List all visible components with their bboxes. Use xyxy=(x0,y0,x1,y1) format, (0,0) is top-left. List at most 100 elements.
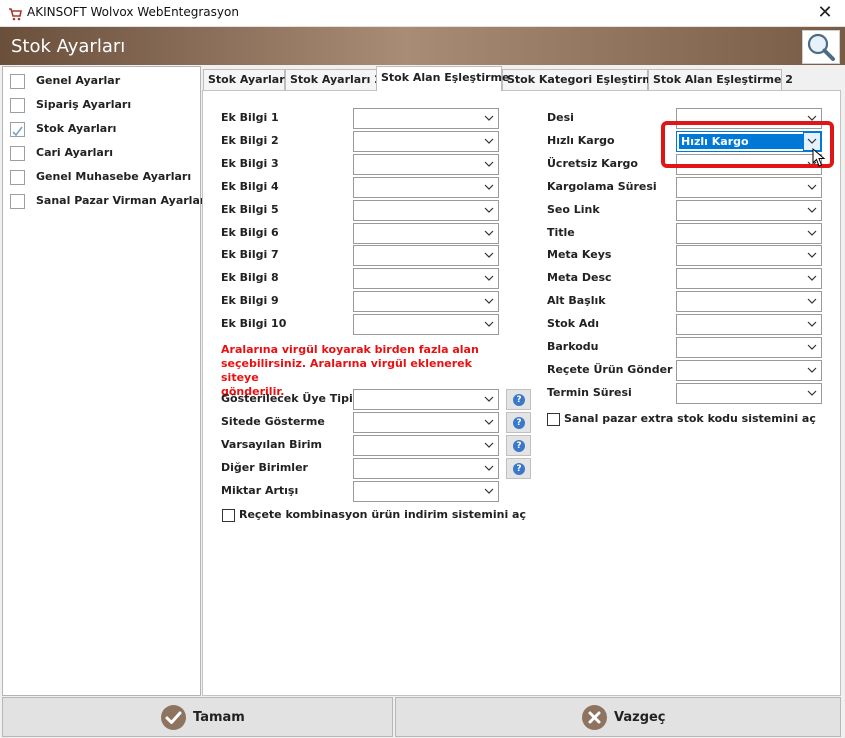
window-titlebar: AKINSOFT Wolvox WebEntegrasyon ✕ xyxy=(0,0,845,27)
tab-stok-ayarlari-2[interactable]: Stok Ayarları 2 xyxy=(285,69,382,90)
meta-desc-label: Meta Desc xyxy=(547,271,612,284)
tab-stok-kategori-eslestirme[interactable]: Stok Kategori Eşleştirme xyxy=(502,69,661,90)
ek-bilgi-1-select[interactable] xyxy=(353,108,499,129)
chevron-down-icon xyxy=(484,298,494,304)
gosterilecek-uye-tipi-select[interactable] xyxy=(353,389,499,410)
question-icon: ? xyxy=(513,463,525,475)
ok-button[interactable]: Tamam xyxy=(2,697,393,737)
ek-bilgi-10-select[interactable] xyxy=(353,314,499,335)
ucretsiz-kargo-label: Ücretsiz Kargo xyxy=(547,157,638,170)
chevron-down-icon xyxy=(484,419,494,425)
ek-bilgi-6-select[interactable] xyxy=(353,223,499,244)
stok-adi-label: Stok Adı xyxy=(547,317,600,330)
tab-stok-alan-eslestirme-2[interactable]: Stok Alan Eşleştirme 2 xyxy=(648,69,793,90)
meta-desc-select[interactable] xyxy=(676,268,822,289)
kargolama-suresi-select[interactable] xyxy=(676,177,822,198)
stok-adi-select[interactable] xyxy=(676,314,822,335)
ek-bilgi-5-label: Ek Bilgi 5 xyxy=(221,203,279,216)
red-highlight-box xyxy=(661,121,834,168)
ek-bilgi-4-select[interactable] xyxy=(353,177,499,198)
page-header: Stok Ayarları xyxy=(0,27,845,65)
chevron-down-icon xyxy=(807,207,817,213)
ek-bilgi-5-select[interactable] xyxy=(353,200,499,221)
close-button[interactable]: ✕ xyxy=(805,0,845,27)
ek-bilgi-8-select[interactable] xyxy=(353,268,499,289)
ek-bilgi-6-label: Ek Bilgi 6 xyxy=(221,226,279,239)
chevron-down-icon xyxy=(484,488,494,494)
search-button[interactable] xyxy=(802,30,840,64)
meta-keys-label: Meta Keys xyxy=(547,248,612,261)
chevron-down-icon xyxy=(484,184,494,190)
sidebar-item-label: Sanal Pazar Virman Ayarları xyxy=(36,194,210,207)
ek-bilgi-2-select[interactable] xyxy=(353,131,499,152)
title-label: Title xyxy=(547,226,575,239)
varsayilan-birim-help-button[interactable]: ? xyxy=(506,435,531,456)
checkbox-icon xyxy=(10,146,25,161)
tab-stok-ayarlari[interactable]: Stok Ayarları xyxy=(203,69,288,90)
chevron-down-icon xyxy=(484,442,494,448)
gosterilecek-uye-tipi-label: Gösterilecek Üye Tipi xyxy=(221,392,353,405)
ek-bilgi-9-select[interactable] xyxy=(353,291,499,312)
chevron-down-icon xyxy=(807,252,817,258)
ek-bilgi-7-label: Ek Bilgi 7 xyxy=(221,248,279,261)
checkbox-icon xyxy=(10,194,25,209)
chevron-down-icon xyxy=(484,321,494,327)
question-icon: ? xyxy=(513,417,525,429)
alt-baslik-select[interactable] xyxy=(676,291,822,312)
ek-bilgi-9-label: Ek Bilgi 9 xyxy=(221,294,279,307)
chevron-down-icon xyxy=(484,207,494,213)
seo-link-select[interactable] xyxy=(676,200,822,221)
sanal-pazar-extra-stok-label: Sanal pazar extra stok kodu sistemini aç xyxy=(564,412,816,425)
title-select[interactable] xyxy=(676,223,822,244)
sidebar-item-label: Genel Muhasebe Ayarları xyxy=(36,170,192,183)
varsayilan-birim-select[interactable] xyxy=(353,435,499,456)
chevron-down-icon xyxy=(807,367,817,373)
ok-button-label: Tamam xyxy=(193,710,245,725)
checkbox-icon xyxy=(10,74,25,89)
ek-bilgi-7-select[interactable] xyxy=(353,245,499,266)
sitede-gosterme-help-button[interactable]: ? xyxy=(506,412,531,433)
chevron-down-icon xyxy=(807,344,817,350)
chevron-down-icon xyxy=(807,230,817,236)
chevron-down-icon xyxy=(807,321,817,327)
sidebar-item-label: Stok Ayarları xyxy=(36,122,117,135)
page-title: Stok Ayarları xyxy=(11,36,126,57)
hizli-kargo-label: Hızlı Kargo xyxy=(547,134,615,147)
chevron-down-icon xyxy=(484,465,494,471)
tab-stok-alan-eslestirme[interactable]: Stok Alan Eşleştirme xyxy=(376,66,509,91)
cross-circle-icon xyxy=(582,705,607,730)
diger-birimler-select[interactable] xyxy=(353,458,499,479)
cancel-button-label: Vazgeç xyxy=(614,710,666,725)
miktar-artisi-select[interactable] xyxy=(353,481,499,502)
ek-bilgi-3-label: Ek Bilgi 3 xyxy=(221,157,279,170)
note-line-2: seçebilirsiniz. Aralarına virgül eklener… xyxy=(221,357,472,384)
app-logo-icon xyxy=(9,8,22,21)
checkbox-icon xyxy=(10,98,25,113)
recete-kombinasyon-label: Reçete kombinasyon ürün indirim sistemin… xyxy=(239,508,527,521)
ek-bilgi-4-label: Ek Bilgi 4 xyxy=(221,180,279,193)
meta-keys-select[interactable] xyxy=(676,245,822,266)
diger-birimler-help-button[interactable]: ? xyxy=(506,458,531,479)
ek-bilgi-3-select[interactable] xyxy=(353,154,499,175)
termin-suresi-select[interactable] xyxy=(676,383,822,404)
note-line-1: Aralarına virgül koyarak birden fazla al… xyxy=(221,343,479,356)
gosterilecek-uye-tipi-help-button[interactable]: ? xyxy=(506,389,531,410)
checkbox-icon xyxy=(222,509,235,522)
sitede-gosterme-select[interactable] xyxy=(353,412,499,433)
chevron-down-icon xyxy=(484,396,494,402)
cancel-button[interactable]: Vazgeç xyxy=(395,697,841,737)
termin-suresi-label: Termin Süresi xyxy=(547,386,632,399)
barkodu-label: Barkodu xyxy=(547,340,599,353)
sidebar-item-label: Genel Ayarlar xyxy=(36,74,121,87)
varsayilan-birim-label: Varsayılan Birim xyxy=(221,438,322,451)
question-icon: ? xyxy=(513,394,525,406)
mouse-cursor-icon xyxy=(812,148,826,167)
chevron-down-icon xyxy=(484,252,494,258)
chevron-down-icon xyxy=(484,230,494,236)
checkmark-icon xyxy=(10,122,25,137)
barkodu-select[interactable] xyxy=(676,337,822,358)
ek-bilgi-2-label: Ek Bilgi 2 xyxy=(221,134,279,147)
ek-bilgi-10-label: Ek Bilgi 10 xyxy=(221,317,287,330)
recete-urun-gonder-select[interactable] xyxy=(676,360,822,381)
diger-birimler-label: Diğer Birimler xyxy=(221,461,308,474)
